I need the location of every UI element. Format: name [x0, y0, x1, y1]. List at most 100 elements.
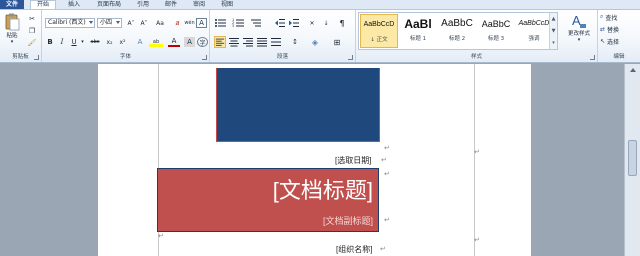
font-color-button[interactable]: A — [168, 37, 180, 47]
chevron-up-icon[interactable] — [630, 68, 636, 72]
multilevel-list-icon[interactable] — [250, 17, 264, 29]
gallery-scroll[interactable]: ▲ ▼ ▾ — [549, 13, 557, 49]
chinese-layout-icon[interactable]: ✕ — [306, 17, 318, 29]
decrease-indent-icon[interactable] — [274, 17, 286, 29]
copy-icon: ❐ — [28, 27, 36, 35]
superscript-button[interactable]: x² — [117, 37, 128, 47]
chevron-down-icon — [116, 21, 120, 24]
enclose-char-button[interactable]: 字 — [197, 37, 208, 47]
sort-icon[interactable]: ↓ — [320, 17, 332, 29]
italic-button[interactable]: I — [57, 37, 67, 47]
tab-page-layout[interactable]: 页面布局 — [92, 0, 126, 9]
tab-insert[interactable]: 插入 — [62, 0, 86, 9]
company-placeholder[interactable]: [组织名称] — [336, 244, 372, 255]
tab-review[interactable]: 审阅 — [188, 0, 210, 9]
show-marks-icon[interactable]: ¶ — [336, 17, 348, 29]
document-title[interactable]: [文档标题] — [273, 173, 373, 205]
numbering-icon[interactable]: 1 2 3 — [232, 17, 246, 29]
style-name: ↓ 正文 — [370, 37, 388, 43]
svg-text:3: 3 — [232, 24, 234, 28]
tab-references[interactable]: 引用 — [132, 0, 154, 9]
dialog-launcher-icon[interactable] — [202, 55, 207, 60]
title-block[interactable]: [文档标题] [文档副标题] — [157, 168, 379, 232]
editing-group: ⌕ 查找 ⇄ 替换 ↖ 选择 编辑 — [598, 10, 640, 62]
bullets-icon[interactable] — [214, 17, 228, 29]
char-border-button[interactable]: A — [196, 18, 207, 28]
chevron-down-icon[interactable]: ▾ — [80, 37, 85, 47]
align-left-icon[interactable] — [214, 36, 226, 48]
scrollbar-thumb[interactable] — [628, 140, 637, 176]
phonetic-guide-button[interactable]: wén — [184, 18, 195, 28]
style-sample: AaBbC — [441, 18, 473, 29]
style-normal[interactable]: AaBbCcD ↓ 正文 — [360, 14, 398, 48]
dialog-launcher-icon[interactable] — [590, 55, 595, 60]
highlight-button[interactable]: ab — [149, 37, 163, 47]
underline-button[interactable]: U — [69, 37, 79, 47]
find-button[interactable]: ⌕ 查找 — [600, 12, 638, 22]
copy-button[interactable]: ❐ — [26, 26, 38, 36]
brush-icon: 🖌 — [27, 39, 37, 47]
clear-format-button[interactable]: ⱥ — [172, 18, 183, 28]
select-button[interactable]: ↖ 选择 — [600, 36, 638, 46]
bold-button[interactable]: B — [45, 37, 55, 47]
format-painter-button[interactable]: 🖌 — [26, 38, 38, 48]
date-placeholder[interactable]: [选取日期] — [335, 155, 371, 166]
style-emphasis[interactable]: AaBbCcD 强调 — [515, 14, 553, 48]
shading-icon[interactable]: ◈ — [308, 36, 322, 48]
font-size-select[interactable]: 小四 — [97, 18, 122, 28]
chevron-down-icon[interactable]: ▼ — [550, 25, 557, 37]
tab-view[interactable]: 视图 — [216, 0, 238, 9]
justify-icon[interactable] — [256, 36, 268, 48]
line-spacing-icon[interactable]: ↕ — [288, 36, 302, 48]
paragraph-mark: ↵ — [384, 144, 390, 152]
change-styles-button[interactable]: A 更改样式 ▾ — [562, 13, 596, 51]
style-name: 标题 3 — [487, 36, 505, 42]
find-label: 查找 — [605, 14, 618, 22]
style-sample: AaBbCcD — [518, 20, 550, 27]
text-effects-button[interactable]: A — [134, 37, 146, 47]
dialog-launcher-icon[interactable] — [34, 55, 39, 60]
change-case-button[interactable]: Aa — [153, 18, 167, 28]
distributed-icon[interactable] — [270, 36, 282, 48]
paragraph-mark: ↵ — [384, 170, 390, 178]
style-heading-1[interactable]: AaBl 标题 1 — [399, 14, 437, 48]
paste-button[interactable]: 粘贴 ▾ — [2, 13, 22, 51]
cover-image-block[interactable] — [216, 68, 380, 142]
increase-indent-icon[interactable] — [288, 17, 300, 29]
more-icon[interactable]: ▾ — [550, 37, 557, 49]
chevron-up-icon[interactable]: ▲ — [550, 13, 557, 25]
document-subtitle[interactable]: [文档副标题] — [323, 214, 373, 227]
chevron-down-icon — [89, 21, 93, 24]
tab-file[interactable]: 文件 — [0, 0, 24, 9]
font-name-select[interactable]: Calibri (西文) — [45, 18, 95, 28]
paste-icon — [5, 13, 20, 31]
subscript-button[interactable]: x₂ — [104, 37, 115, 47]
strikethrough-button[interactable]: abc — [88, 37, 102, 47]
grow-font-button[interactable]: A˄ — [125, 18, 137, 28]
scissors-icon: ✂ — [29, 15, 35, 23]
align-right-icon[interactable] — [242, 36, 254, 48]
tab-mailings[interactable]: 邮件 — [160, 0, 182, 9]
change-styles-icon: A — [572, 13, 586, 28]
shrink-font-button[interactable]: A˅ — [138, 18, 150, 28]
editing-group-label: 编辑 — [613, 54, 625, 60]
replace-icon: ⇄ — [600, 25, 606, 33]
style-heading-2[interactable]: AaBbC 标题 2 — [438, 14, 476, 48]
paragraph-mark: ↵ — [384, 216, 390, 224]
svg-text:A: A — [572, 13, 581, 28]
change-styles-label: 更改样式 — [567, 31, 590, 37]
select-label: 选择 — [607, 38, 620, 46]
dialog-launcher-icon[interactable] — [348, 55, 353, 60]
vertical-scrollbar[interactable] — [624, 64, 640, 256]
char-shading-button[interactable]: A — [184, 37, 195, 47]
borders-icon[interactable]: ⊞ — [330, 36, 344, 48]
cut-button[interactable]: ✂ — [26, 14, 38, 24]
paragraph-mark: ↵ — [380, 245, 386, 253]
style-heading-3[interactable]: AaBbC 标题 3 — [477, 14, 515, 48]
replace-button[interactable]: ⇄ 替换 — [600, 24, 638, 34]
font-size-value: 小四 — [100, 19, 113, 26]
font-group-label: 字体 — [119, 54, 131, 60]
align-center-icon[interactable] — [228, 36, 240, 48]
styles-gallery: AaBbCcD ↓ 正文 AaBl 标题 1 AaBbC 标题 2 AaBbC … — [358, 12, 558, 50]
cursor-icon: ↖ — [600, 37, 606, 45]
